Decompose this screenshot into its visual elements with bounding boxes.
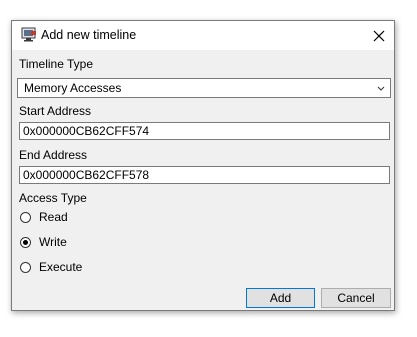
end-address-label: End Address bbox=[19, 148, 88, 162]
timeline-type-label: Timeline Type bbox=[19, 57, 94, 71]
radio-write-circle[interactable] bbox=[20, 236, 31, 248]
timeline-type-value: Memory Accesses bbox=[24, 81, 122, 95]
timeline-type-select[interactable]: Memory Accesses bbox=[17, 78, 391, 98]
close-button[interactable] bbox=[364, 21, 394, 50]
add-button[interactable]: Add bbox=[246, 288, 315, 308]
radio-selected-dot bbox=[23, 239, 28, 245]
radio-execute-circle[interactable] bbox=[20, 261, 31, 273]
radio-read[interactable]: Read bbox=[20, 209, 68, 225]
end-address-input[interactable] bbox=[19, 166, 390, 184]
radio-write-label: Write bbox=[39, 235, 67, 249]
radio-read-label: Read bbox=[39, 210, 68, 224]
radio-read-circle[interactable] bbox=[20, 211, 31, 223]
chevron-down-icon bbox=[377, 86, 385, 91]
start-address-input[interactable] bbox=[19, 122, 390, 140]
access-type-label: Access Type bbox=[19, 191, 87, 205]
title-bar[interactable]: Add new timeline bbox=[12, 21, 394, 50]
close-icon bbox=[373, 30, 385, 41]
radio-execute[interactable]: Execute bbox=[20, 259, 82, 275]
radio-execute-label: Execute bbox=[39, 260, 83, 274]
radio-write[interactable]: Write bbox=[20, 234, 67, 250]
add-timeline-dialog: Add new timeline Timeline Type Memory Ac… bbox=[11, 20, 395, 311]
cancel-button[interactable]: Cancel bbox=[321, 288, 391, 308]
dialog-title: Add new timeline bbox=[41, 28, 137, 42]
app-icon bbox=[21, 27, 36, 42]
start-address-label: Start Address bbox=[19, 104, 92, 118]
